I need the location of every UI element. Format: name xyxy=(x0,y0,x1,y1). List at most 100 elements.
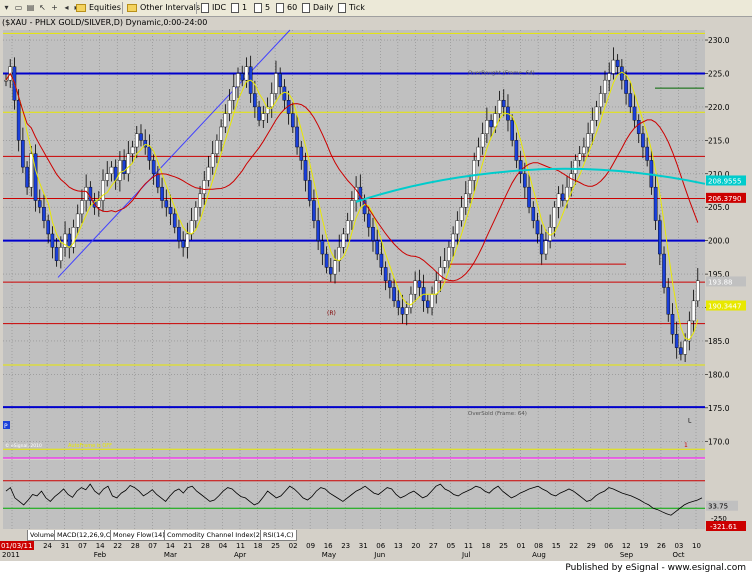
candle-up xyxy=(215,140,219,154)
other-intervals-menu[interactable]: Other Intervals xyxy=(127,1,200,15)
candle-down xyxy=(535,220,540,235)
candle-down xyxy=(527,186,531,208)
candle-up xyxy=(497,100,502,114)
tab-rsi[interactable]: RSI(14,C) xyxy=(260,530,297,541)
candle-down xyxy=(632,106,637,121)
tab-volume[interactable]: Volume xyxy=(27,530,58,541)
x-tick-label: 25 xyxy=(499,542,508,550)
candle-down xyxy=(645,146,649,161)
chart-window: ▾ ▭ ▤ ↖ + ◂ ▸ Equities Other Intervals I… xyxy=(0,0,752,575)
candle-up xyxy=(261,113,266,121)
candle-up xyxy=(105,173,110,181)
candle-down xyxy=(539,233,544,255)
interval-60-label: 60 xyxy=(287,3,298,12)
candle-down xyxy=(139,133,143,141)
toolbar-menu-icon[interactable]: ▾ xyxy=(2,3,11,12)
x-tick-label: 25 xyxy=(271,542,280,550)
candle-down xyxy=(37,200,42,208)
candle-up xyxy=(695,280,700,302)
value-label: 208.9555 xyxy=(708,177,741,185)
candle-up xyxy=(582,146,586,154)
candle-up xyxy=(556,193,561,208)
interval-5-button[interactable]: 5 xyxy=(254,1,270,15)
candle-down xyxy=(531,207,536,221)
candle-up xyxy=(544,240,548,255)
candle-up xyxy=(244,66,249,81)
interval-60-button[interactable]: 60 xyxy=(276,1,297,15)
daily-label: Daily xyxy=(313,3,334,12)
candle-up xyxy=(586,133,590,148)
x-tick-label: 07 xyxy=(78,542,87,550)
chart-icon[interactable]: ▤ xyxy=(26,3,35,12)
x-tick-label: 10 xyxy=(692,542,701,550)
candle-down xyxy=(295,126,299,148)
equities-menu[interactable]: Equities xyxy=(76,1,121,15)
document-icon xyxy=(231,2,239,13)
candle-down xyxy=(383,267,388,281)
x-tick-label: 07 xyxy=(148,542,157,550)
candle-down xyxy=(67,233,72,248)
candle-up xyxy=(569,173,574,188)
candle-down xyxy=(400,307,405,315)
x-tick-label: 16 xyxy=(324,542,333,550)
candle-down xyxy=(25,166,29,188)
crosshair-icon[interactable]: + xyxy=(50,3,59,12)
month-label: Aug xyxy=(532,551,546,559)
candle-down xyxy=(624,79,628,94)
x-tick-label: 08 xyxy=(534,542,543,550)
x-tick-label: 03 xyxy=(674,542,683,550)
candle-down xyxy=(641,133,645,148)
p-marker-label: P xyxy=(4,423,8,430)
candle-up xyxy=(206,166,211,181)
month-label: Sep xyxy=(620,551,634,559)
x-tick-label: 06 xyxy=(376,542,385,550)
x-tick-label: 27 xyxy=(429,542,438,550)
candle-up xyxy=(404,307,409,315)
y-tick-label: 220.0 xyxy=(708,103,730,112)
candle-up xyxy=(434,280,439,295)
x-tick-label: 13 xyxy=(394,542,403,550)
candle-down xyxy=(50,233,55,248)
interval-idc-button[interactable]: IDC xyxy=(201,1,226,15)
candle-down xyxy=(164,200,169,208)
candle-down xyxy=(240,73,245,81)
tab-money-flow[interactable]: Money Flow(14) xyxy=(110,530,168,541)
candle-up xyxy=(598,93,603,108)
candle-up xyxy=(194,207,198,221)
x-tick-label: 31 xyxy=(359,542,368,550)
tab-macd[interactable]: MACD(12,26,9,C) xyxy=(54,530,116,541)
interval-5-label: 5 xyxy=(265,3,271,12)
candle-up xyxy=(189,220,194,235)
year-label: 2011 xyxy=(2,551,20,559)
interval-daily-button[interactable]: Daily xyxy=(302,1,333,15)
candle-down xyxy=(257,106,261,121)
candle-up xyxy=(459,207,464,221)
month-label: Jul xyxy=(461,551,471,559)
one-annotation: 1 xyxy=(684,442,688,449)
candle-down xyxy=(299,146,304,161)
interval-tick-button[interactable]: Tick xyxy=(338,1,365,15)
arrow-left-icon[interactable]: ◂ xyxy=(62,3,71,12)
candle-up xyxy=(345,220,350,235)
candle-up xyxy=(134,133,139,148)
candle-down xyxy=(151,160,156,174)
x-tick-label: 23 xyxy=(341,542,350,550)
x-tick-label: 01 xyxy=(517,542,526,550)
candle-up xyxy=(337,247,342,261)
candle-up xyxy=(202,180,207,195)
candle-down xyxy=(253,93,257,108)
open-icon[interactable]: ▭ xyxy=(14,3,23,12)
candle-down xyxy=(674,334,679,348)
interval-1-button[interactable]: 1 xyxy=(231,1,247,15)
candle-up xyxy=(409,293,413,308)
candle-up xyxy=(341,233,346,248)
chart-svg[interactable]: OverBought (Frame: 64) OverSold (Frame: 6… xyxy=(0,16,752,561)
copyright-text: © eSignal, 2010 xyxy=(5,442,42,449)
value-label: 206.3790 xyxy=(708,195,741,203)
idc-label: IDC xyxy=(212,3,227,12)
cursor-icon[interactable]: ↖ xyxy=(38,3,47,12)
x-tick-label: 22 xyxy=(113,542,122,550)
candle-up xyxy=(565,186,569,201)
candle-up xyxy=(472,160,477,181)
toolbar-divider xyxy=(122,2,123,14)
